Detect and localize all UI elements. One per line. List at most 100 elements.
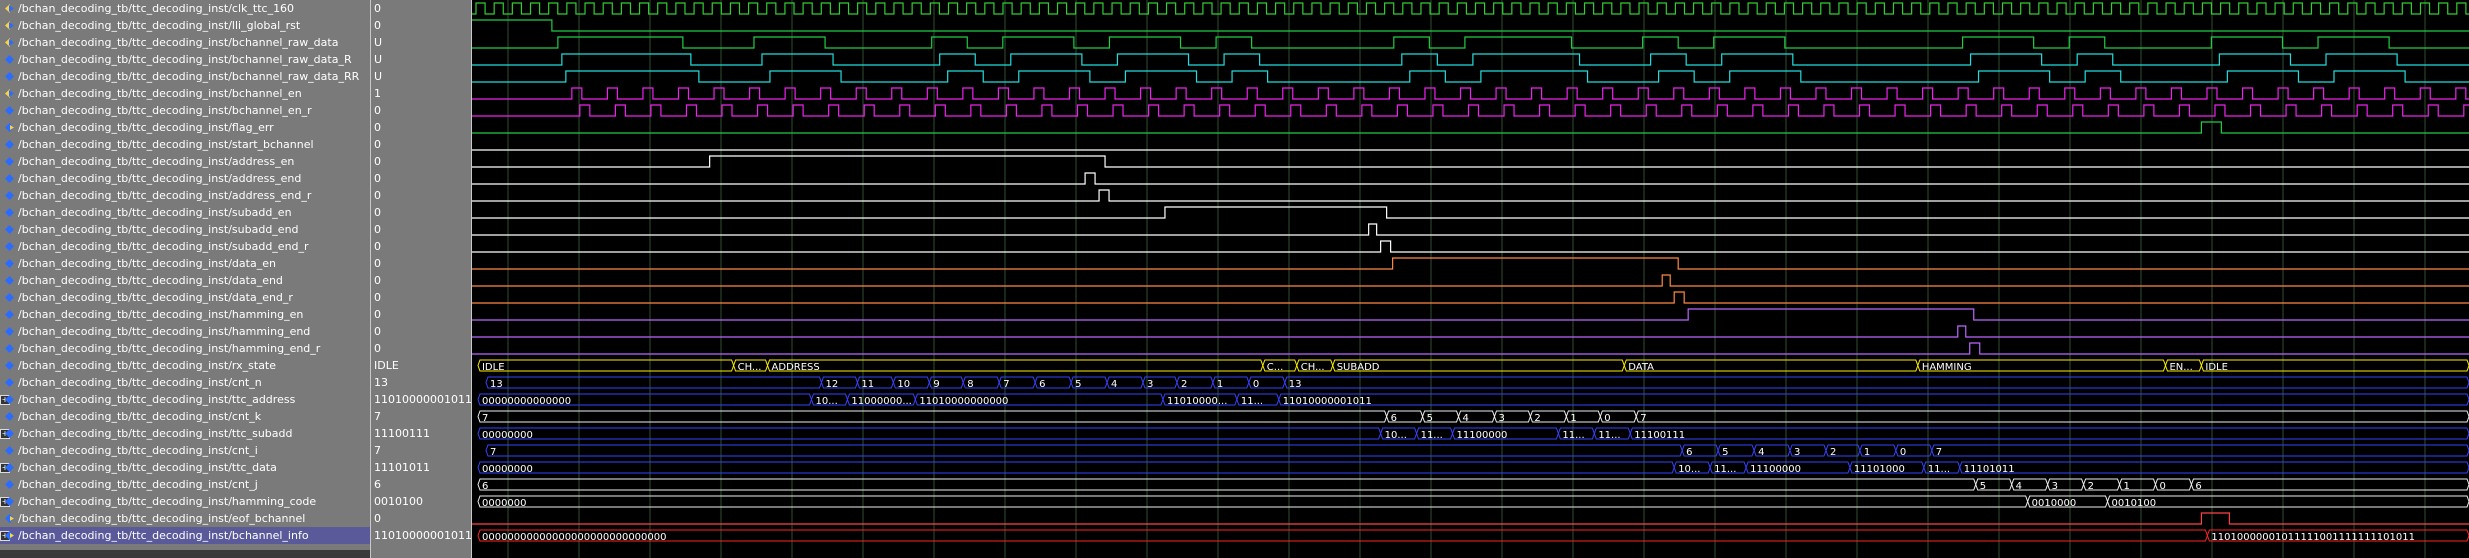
waveform-pane[interactable]: IDLE CH... ADDRESS C... CH... SUBADD DATA HAMMI… bbox=[472, 0, 2469, 558]
signal-row[interactable]: /bchan_decoding_tb/ttc_decoding_inst/bch… bbox=[0, 85, 370, 102]
signal-row[interactable]: /bchan_decoding_tb/ttc_decoding_inst/ham… bbox=[0, 340, 370, 357]
bus-segment bbox=[1623, 359, 1919, 372]
signal-row[interactable]: /bchan_decoding_tb/ttc_decoding_inst/cnt… bbox=[0, 408, 370, 425]
bus-value-label: IDLE bbox=[482, 362, 505, 373]
bus-value-label: C... bbox=[1267, 362, 1284, 373]
bus-value-label: 11... bbox=[1562, 430, 1584, 441]
waveform-trace bbox=[472, 19, 2469, 32]
signal-value: 7 bbox=[374, 410, 381, 423]
bus-segment bbox=[477, 529, 2208, 542]
bus-value-label: 11... bbox=[1241, 396, 1263, 407]
signal-value: 6 bbox=[374, 478, 381, 491]
bus-value-label: 4 bbox=[2016, 481, 2022, 492]
bus-value-label: 4 bbox=[1111, 379, 1117, 390]
bus-value-label: 6 bbox=[482, 481, 488, 492]
signal-name: /bchan_decoding_tb/ttc_decoding_inst/add… bbox=[18, 189, 312, 202]
signal-row[interactable]: /bchan_decoding_tb/ttc_decoding_inst/sub… bbox=[0, 204, 370, 221]
signal-names-pane: /bchan_decoding_tb/ttc_decoding_inst/clk… bbox=[0, 0, 370, 558]
signal-row[interactable]: /bchan_decoding_tb/ttc_decoding_inst/eof… bbox=[0, 510, 370, 527]
bus-value-label: 11... bbox=[1714, 464, 1736, 475]
signal-row[interactable]: /bchan_decoding_tb/ttc_decoding_inst/ham… bbox=[0, 306, 370, 323]
bus-value-label: 4 bbox=[1463, 413, 1469, 424]
bus-value-label: 0010100 bbox=[2112, 498, 2157, 509]
signal-row[interactable]: /bchan_decoding_tb/ttc_decoding_inst/add… bbox=[0, 170, 370, 187]
signal-row[interactable]: /bchan_decoding_tb/ttc_decoding_inst/dat… bbox=[0, 255, 370, 272]
signal-name: /bchan_decoding_tb/ttc_decoding_inst/sta… bbox=[18, 138, 314, 151]
signal-value: 11101011 bbox=[374, 461, 430, 474]
signal-name: /bchan_decoding_tb/ttc_decoding_inst/clk… bbox=[18, 2, 295, 15]
bus-value-label: 11010000000000 bbox=[919, 396, 1008, 407]
signal-value: U bbox=[374, 70, 383, 83]
signal-value: 0 bbox=[374, 257, 381, 270]
signal-name: /bchan_decoding_tb/ttc_decoding_inst/cnt… bbox=[18, 376, 262, 389]
bus-value-label: SUBADD bbox=[1337, 362, 1380, 373]
signal-value: 0 bbox=[374, 291, 381, 304]
signal-name: /bchan_decoding_tb/ttc_decoding_inst/bch… bbox=[18, 529, 309, 542]
signal-name: /bchan_decoding_tb/ttc_decoding_inst/add… bbox=[18, 155, 295, 168]
signal-row[interactable]: +/bchan_decoding_tb/ttc_decoding_inst/bc… bbox=[0, 527, 370, 544]
signal-name: /bchan_decoding_tb/ttc_decoding_inst/bch… bbox=[18, 87, 302, 100]
signal-name: /bchan_decoding_tb/ttc_decoding_inst/lli… bbox=[18, 19, 301, 32]
waveform-trace bbox=[472, 512, 2469, 525]
bus-value-label: 2 bbox=[2088, 481, 2094, 492]
signal-row[interactable]: /bchan_decoding_tb/ttc_decoding_inst/dat… bbox=[0, 289, 370, 306]
signal-row[interactable]: /bchan_decoding_tb/ttc_decoding_inst/bch… bbox=[0, 51, 370, 68]
bus-value-label: 6 bbox=[1686, 447, 1692, 458]
waveform-canvas: IDLE CH... ADDRESS C... CH... SUBADD DATA HAMMI… bbox=[472, 0, 2469, 558]
signal-row[interactable]: /bchan_decoding_tb/ttc_decoding_inst/lli… bbox=[0, 17, 370, 34]
signal-name: /bchan_decoding_tb/ttc_decoding_inst/bch… bbox=[18, 53, 352, 66]
signal-row[interactable]: /bchan_decoding_tb/ttc_decoding_inst/dat… bbox=[0, 272, 370, 289]
signal-name: /bchan_decoding_tb/ttc_decoding_inst/ham… bbox=[18, 308, 304, 321]
signal-row[interactable]: +/bchan_decoding_tb/ttc_decoding_inst/tt… bbox=[0, 391, 370, 408]
waveform-trace bbox=[472, 206, 2469, 219]
signal-value: 0 bbox=[374, 206, 381, 219]
signal-row[interactable]: /bchan_decoding_tb/ttc_decoding_inst/cnt… bbox=[0, 442, 370, 459]
waveform-trace bbox=[472, 70, 2469, 83]
signal-row[interactable]: /bchan_decoding_tb/ttc_decoding_inst/ham… bbox=[0, 323, 370, 340]
signal-value: U bbox=[374, 53, 383, 66]
waveform-trace bbox=[472, 87, 2469, 100]
signal-value: 7 bbox=[374, 444, 381, 457]
bus-value-label: 7 bbox=[1003, 379, 1009, 390]
signal-row[interactable]: /bchan_decoding_tb/ttc_decoding_inst/sub… bbox=[0, 221, 370, 238]
bus-value-label: 2 bbox=[1830, 447, 1836, 458]
bus-value-label: 6 bbox=[1039, 379, 1045, 390]
horizontal-scrollbar[interactable] bbox=[0, 550, 370, 558]
signal-value: 0 bbox=[374, 172, 381, 185]
signal-row[interactable]: /bchan_decoding_tb/ttc_decoding_inst/bch… bbox=[0, 102, 370, 119]
bus-value-label: CH... bbox=[738, 362, 762, 373]
waveform-trace bbox=[472, 291, 2469, 304]
waveform-trace bbox=[472, 2, 2469, 15]
signal-row[interactable]: /bchan_decoding_tb/ttc_decoding_inst/clk… bbox=[0, 0, 370, 17]
signal-name: /bchan_decoding_tb/ttc_decoding_inst/cnt… bbox=[18, 478, 258, 491]
signal-row[interactable]: /bchan_decoding_tb/ttc_decoding_inst/add… bbox=[0, 187, 370, 204]
signal-name: /bchan_decoding_tb/ttc_decoding_inst/ttc… bbox=[18, 427, 293, 440]
signal-row[interactable]: /bchan_decoding_tb/ttc_decoding_inst/sub… bbox=[0, 238, 370, 255]
waveform-trace bbox=[472, 104, 2469, 117]
signal-row[interactable]: /bchan_decoding_tb/ttc_decoding_inst/add… bbox=[0, 153, 370, 170]
signal-value: 0 bbox=[374, 342, 381, 355]
bus-value-label: HAMMING bbox=[1922, 362, 1972, 373]
signal-row[interactable]: /bchan_decoding_tb/ttc_decoding_inst/cnt… bbox=[0, 374, 370, 391]
bus-value-label: 0 bbox=[2159, 481, 2165, 492]
bus-value-label: EN... bbox=[2169, 362, 2192, 373]
signal-row[interactable]: /bchan_decoding_tb/ttc_decoding_inst/bch… bbox=[0, 68, 370, 85]
bus-value-label: 5 bbox=[1427, 413, 1433, 424]
signal-row[interactable]: /bchan_decoding_tb/ttc_decoding_inst/sta… bbox=[0, 136, 370, 153]
signal-row[interactable]: +/bchan_decoding_tb/ttc_decoding_inst/tt… bbox=[0, 425, 370, 442]
bus-value-label: 1 bbox=[1570, 413, 1576, 424]
signal-row[interactable]: /bchan_decoding_tb/ttc_decoding_inst/fla… bbox=[0, 119, 370, 136]
signal-value: 1 bbox=[374, 87, 381, 100]
signal-row[interactable]: /bchan_decoding_tb/ttc_decoding_inst/bch… bbox=[0, 34, 370, 51]
bus-segment bbox=[1959, 461, 2469, 474]
signal-name: /bchan_decoding_tb/ttc_decoding_inst/fla… bbox=[18, 121, 274, 134]
signal-name: /bchan_decoding_tb/ttc_decoding_inst/add… bbox=[18, 172, 302, 185]
waveform-trace bbox=[472, 189, 2469, 202]
signal-value: 0 bbox=[374, 308, 381, 321]
signal-row[interactable]: +/bchan_decoding_tb/ttc_decoding_inst/tt… bbox=[0, 459, 370, 476]
bus-segment bbox=[2107, 495, 2469, 508]
signal-row[interactable]: +/bchan_decoding_tb/ttc_decoding_inst/ha… bbox=[0, 493, 370, 510]
signal-row[interactable]: /bchan_decoding_tb/ttc_decoding_inst/cnt… bbox=[0, 476, 370, 493]
signal-value: 0 bbox=[374, 19, 381, 32]
signal-row[interactable]: /bchan_decoding_tb/ttc_decoding_inst/rx_… bbox=[0, 357, 370, 374]
